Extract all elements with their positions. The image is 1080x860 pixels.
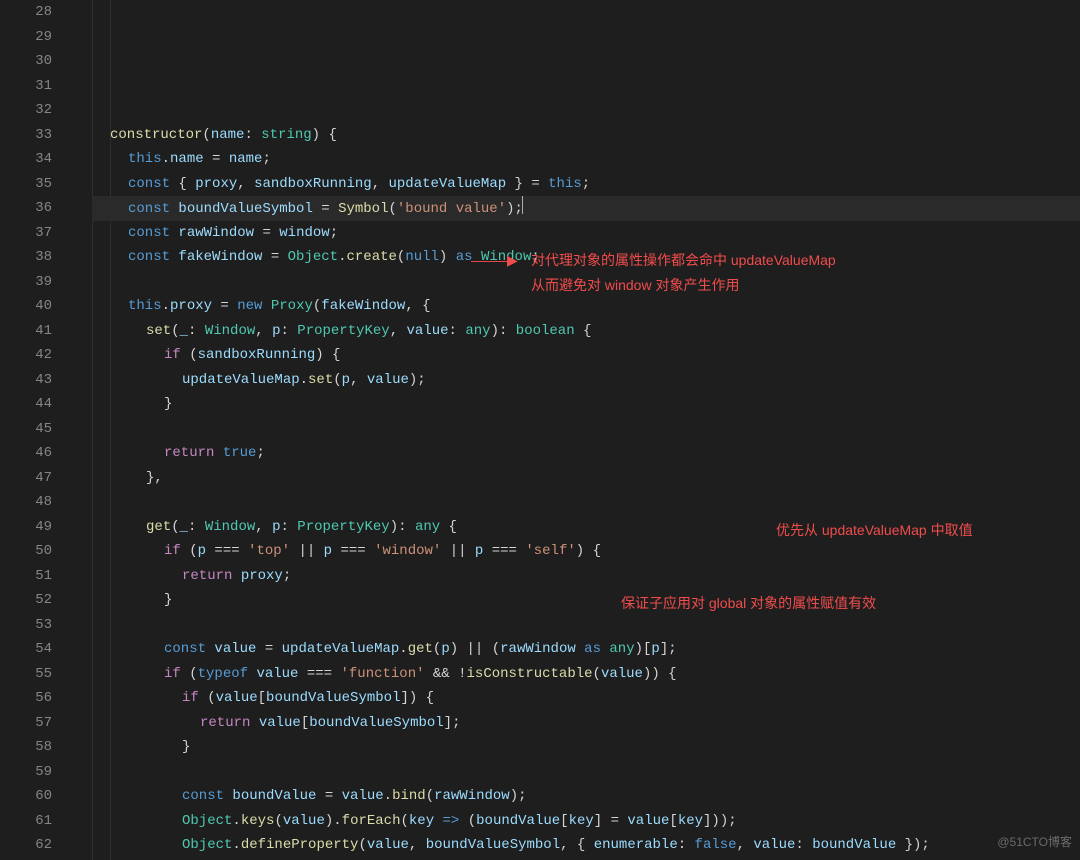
code-line[interactable]: } (92, 588, 1080, 613)
line-number: 59 (0, 760, 52, 785)
line-number: 46 (0, 441, 52, 466)
code-line[interactable]: } (92, 392, 1080, 417)
line-number: 53 (0, 613, 52, 638)
code-line[interactable] (92, 417, 1080, 442)
annotation-arrow-icon: ———▶ (471, 248, 516, 273)
fold-column (68, 0, 86, 860)
watermark: @51CTO博客 (997, 830, 1072, 855)
line-number: 61 (0, 809, 52, 834)
line-number: 47 (0, 466, 52, 491)
line-number: 32 (0, 98, 52, 123)
line-number: 54 (0, 637, 52, 662)
line-number: 36 (0, 196, 52, 221)
code-line[interactable]: const boundValue = value.bind(rawWindow)… (92, 784, 1080, 809)
line-number: 57 (0, 711, 52, 736)
code-line[interactable]: this.name = name; (92, 147, 1080, 172)
line-number: 37 (0, 221, 52, 246)
line-number: 41 (0, 319, 52, 344)
code-line[interactable]: } (92, 735, 1080, 760)
code-line[interactable]: updateValueMap.set(p, value); (92, 368, 1080, 393)
code-line[interactable]: return true; (92, 441, 1080, 466)
code-line[interactable]: if (value[boundValueSymbol]) { (92, 686, 1080, 711)
line-number: 51 (0, 564, 52, 589)
line-number: 42 (0, 343, 52, 368)
line-number: 30 (0, 49, 52, 74)
code-line[interactable]: if (sandboxRunning) { (92, 343, 1080, 368)
line-number: 34 (0, 147, 52, 172)
line-number: 55 (0, 662, 52, 687)
text-cursor (522, 196, 523, 214)
line-number: 44 (0, 392, 52, 417)
code-line[interactable]: Object.keys(value).forEach(key => (bound… (92, 809, 1080, 834)
code-line[interactable]: }, (92, 466, 1080, 491)
code-line[interactable]: this.proxy = new Proxy(fakeWindow, { (92, 294, 1080, 319)
line-number: 48 (0, 490, 52, 515)
code-line[interactable] (92, 613, 1080, 638)
code-line[interactable]: return proxy; (92, 564, 1080, 589)
line-number: 31 (0, 74, 52, 99)
line-number: 58 (0, 735, 52, 760)
annotation-1-line1: 对代理对象的属性操作都会命中 updateValueMap (531, 248, 836, 273)
code-line[interactable]: const rawWindow = window; (92, 221, 1080, 246)
code-editor[interactable]: 2829303132333435363738394041424344454647… (0, 0, 1080, 860)
line-number: 38 (0, 245, 52, 270)
annotation-3: 保证子应用对 global 对象的属性赋值有效 (621, 591, 876, 616)
code-line[interactable]: Object.defineProperty(value, boundValueS… (92, 833, 1080, 858)
line-number: 45 (0, 417, 52, 442)
line-number: 43 (0, 368, 52, 393)
annotation-2: 优先从 updateValueMap 中取值 (776, 518, 973, 543)
code-line[interactable]: return value[boundValueSymbol]; (92, 711, 1080, 736)
line-number: 29 (0, 25, 52, 50)
code-line[interactable]: if (p === 'top' || p === 'window' || p =… (92, 539, 1080, 564)
line-number: 35 (0, 172, 52, 197)
code-line[interactable] (92, 760, 1080, 785)
line-number: 40 (0, 294, 52, 319)
line-gutter: 2829303132333435363738394041424344454647… (0, 0, 68, 860)
code-line[interactable]: set(_: Window, p: PropertyKey, value: an… (92, 319, 1080, 344)
code-line[interactable] (92, 490, 1080, 515)
line-number: 56 (0, 686, 52, 711)
code-line[interactable]: const value = updateValueMap.get(p) || (… (92, 637, 1080, 662)
code-line[interactable]: const boundValueSymbol = Symbol('bound v… (92, 196, 1080, 221)
line-number: 49 (0, 515, 52, 540)
line-number: 33 (0, 123, 52, 148)
code-line[interactable]: constructor(name: string) { (92, 123, 1080, 148)
line-number: 50 (0, 539, 52, 564)
code-area[interactable]: constructor(name: string) {this.name = n… (86, 0, 1080, 860)
code-line[interactable]: if (typeof value === 'function' && !isCo… (92, 662, 1080, 687)
annotation-1-line2: 从而避免对 window 对象产生作用 (531, 273, 739, 298)
line-number: 60 (0, 784, 52, 809)
line-number: 39 (0, 270, 52, 295)
line-number: 28 (0, 0, 52, 25)
code-line[interactable]: const { proxy, sandboxRunning, updateVal… (92, 172, 1080, 197)
line-number: 62 (0, 833, 52, 858)
line-number: 52 (0, 588, 52, 613)
